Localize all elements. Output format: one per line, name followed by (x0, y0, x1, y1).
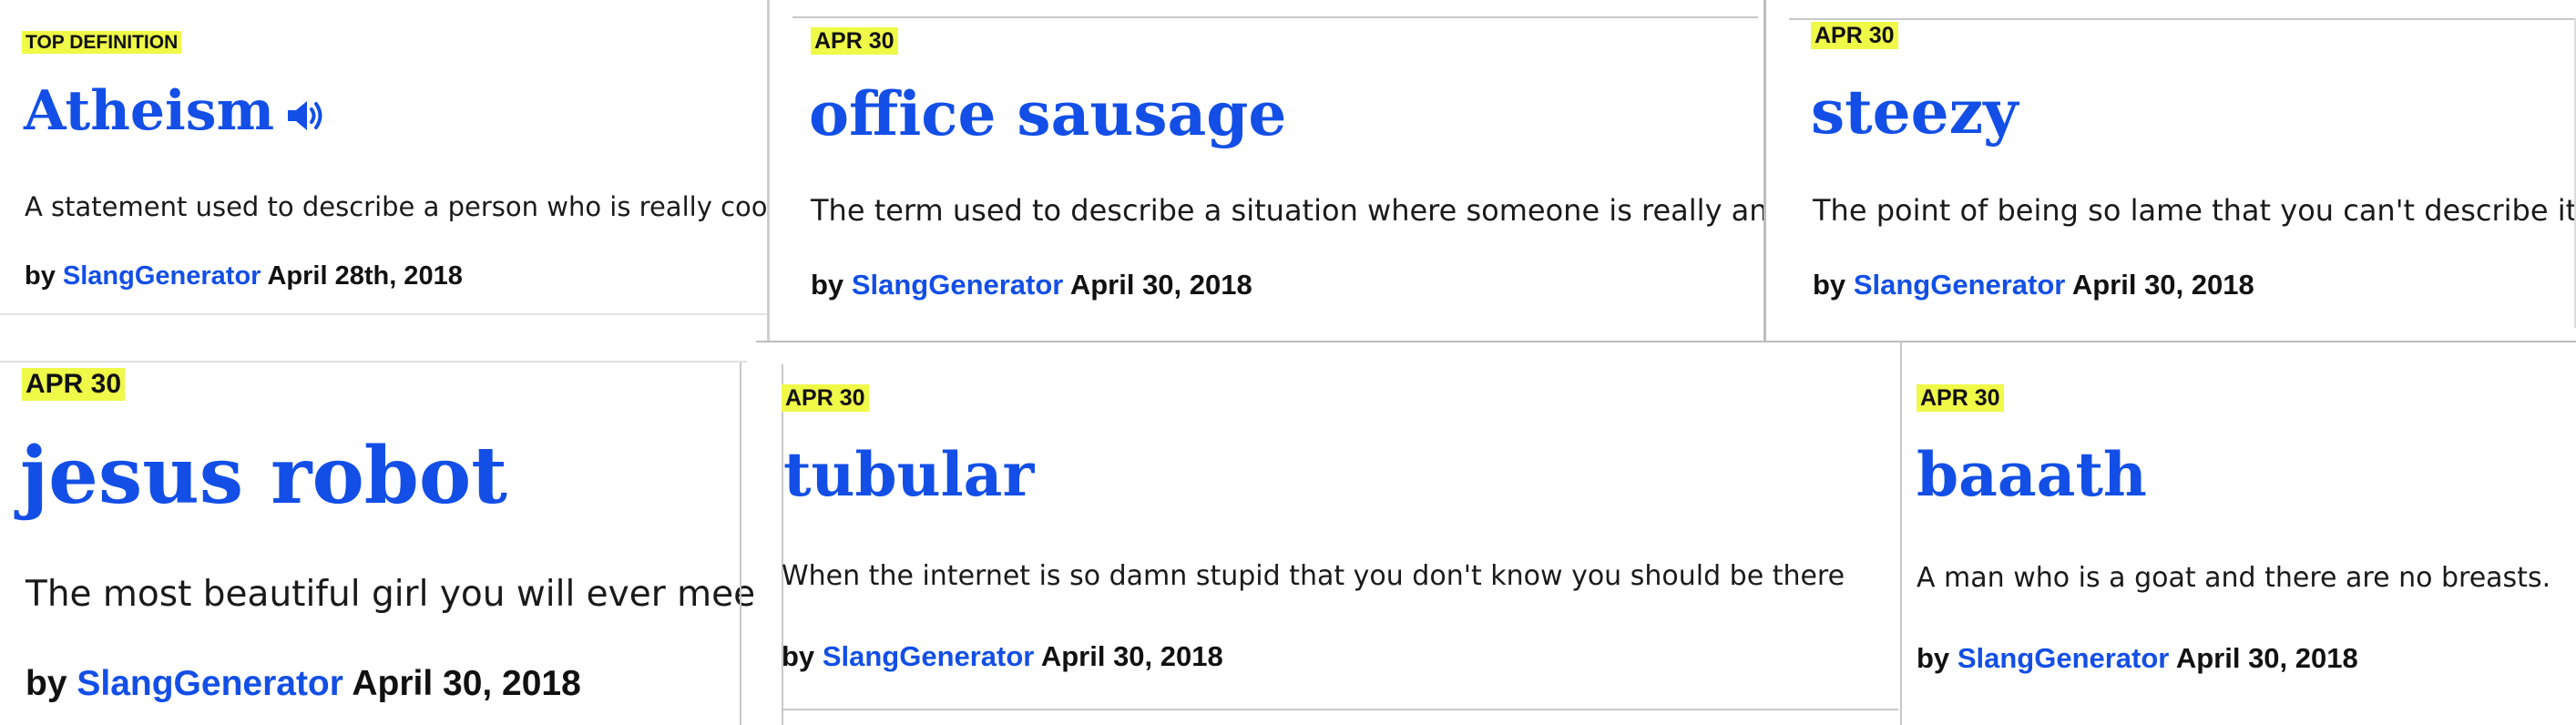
card-top-border (1789, 18, 2576, 20)
definition-word[interactable]: baaath (1917, 444, 2147, 505)
definition-word[interactable]: office sausage (809, 84, 1286, 144)
card-bottom-border (0, 313, 767, 315)
by-label: by (1917, 642, 1950, 674)
definition-meaning: A man who is a goat and there are no bre… (1917, 562, 2551, 594)
contributor-line: by SlangGenerator April 30, 2018 (782, 640, 1223, 672)
by-label: by (25, 261, 56, 291)
date-badge: APR 30 (1917, 384, 2004, 412)
card-right-border (740, 362, 741, 725)
author-link[interactable]: SlangGenerator (1854, 269, 2066, 301)
definition-card-office-sausage: APR 30 office sausage The term used to d… (767, 0, 1763, 346)
card-top-border (0, 361, 747, 362)
contributor-line: by SlangGenerator April 30, 2018 (1917, 642, 2358, 674)
definition-meaning: The most beautiful girl you will ever me… (26, 574, 756, 615)
definition-date: April 30, 2018 (1069, 269, 1252, 301)
definition-card-jesus-robot: APR 30 jesus robot The most beautiful gi… (0, 346, 756, 725)
author-link[interactable]: SlangGenerator (63, 261, 261, 291)
card-left-border (1900, 341, 1902, 725)
contributor-line: by SlangGenerator April 30, 2018 (1813, 269, 2254, 301)
date-badge: APR 30 (22, 368, 126, 401)
definition-card-baaath: APR 30 baaath A man who is a goat and th… (1900, 341, 2576, 725)
definition-date: April 30, 2018 (2071, 269, 2254, 301)
definition-date: April 30, 2018 (2175, 642, 2358, 674)
definition-word[interactable]: jesus robot (20, 437, 507, 516)
definition-meaning: When the internet is so damn stupid that… (782, 560, 1845, 592)
definition-card-tubular: APR 30 tubular When the internet is so d… (756, 341, 1900, 725)
date-badge: APR 30 (1811, 22, 1898, 49)
author-link[interactable]: SlangGenerator (852, 269, 1064, 301)
definition-card-atheism: TOP DEFINITION Atheism A statement used … (0, 0, 767, 328)
card-bottom-border (782, 709, 1898, 710)
card-top-border (1900, 341, 2576, 342)
definition-word[interactable]: Atheism (24, 84, 325, 143)
by-label: by (811, 269, 844, 301)
speaker-icon[interactable] (285, 88, 325, 143)
word-link[interactable]: Atheism (24, 79, 274, 143)
definition-card-steezy: APR 30 steezy The point of being so lame… (1763, 0, 2576, 346)
definition-meaning: A statement used to describe a person wh… (25, 191, 767, 222)
date-badge: APR 30 (811, 27, 898, 55)
by-label: by (26, 664, 67, 703)
author-link[interactable]: SlangGenerator (77, 664, 343, 703)
author-link[interactable]: SlangGenerator (1958, 642, 2170, 674)
contributor-line: by SlangGenerator April 28th, 2018 (25, 261, 463, 291)
by-label: by (1813, 269, 1846, 301)
definition-date: April 28th, 2018 (267, 261, 463, 291)
author-link[interactable]: SlangGenerator (823, 640, 1035, 672)
contributor-line: by SlangGenerator April 30, 2018 (811, 269, 1252, 301)
definition-date: April 30, 2018 (1040, 640, 1223, 672)
definition-date: April 30, 2018 (352, 664, 581, 703)
definition-meaning: The point of being so lame that you can'… (1813, 193, 2576, 228)
card-left-border (767, 0, 770, 346)
card-top-border (756, 341, 1900, 342)
definition-word[interactable]: steezy (1811, 82, 2018, 142)
card-left-border (1763, 0, 1766, 346)
card-top-border (792, 16, 1758, 18)
date-badge: APR 30 (782, 384, 869, 412)
contributor-line: by SlangGenerator April 30, 2018 (26, 664, 581, 704)
definition-word[interactable]: tubular (783, 444, 1034, 505)
by-label: by (782, 640, 815, 672)
definition-meaning: The term used to describe a situation wh… (811, 193, 1763, 228)
top-definition-badge: TOP DEFINITION (22, 31, 182, 55)
